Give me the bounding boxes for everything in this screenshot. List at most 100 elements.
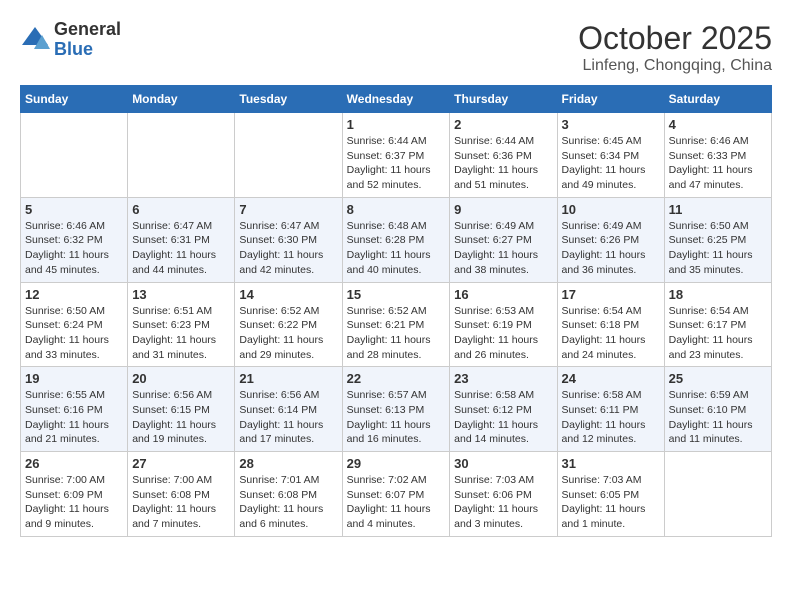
day-info: Sunrise: 6:58 AM Sunset: 6:11 PM Dayligh… — [562, 388, 660, 447]
day-info: Sunrise: 6:47 AM Sunset: 6:30 PM Dayligh… — [239, 219, 337, 278]
day-number: 14 — [239, 287, 337, 302]
calendar-week-row: 12 Sunrise: 6:50 AM Sunset: 6:24 PM Dayli… — [21, 282, 772, 367]
page-header: General Blue October 2025 Linfeng, Chong… — [20, 20, 772, 75]
calendar-cell: 10Sunrise: 6:49 AM Sunset: 6:26 PM Dayli… — [557, 197, 664, 282]
day-number: 25 — [669, 371, 767, 386]
day-info: Sunrise: 6:46 AM Sunset: 6:33 PM Dayligh… — [669, 134, 767, 193]
weekday-header: Monday — [128, 86, 235, 113]
calendar-table: SundayMondayTuesdayWednesdayThursdayFrid… — [20, 85, 772, 537]
day-info: Sunrise: 6:44 AM Sunset: 6:37 PM Dayligh… — [347, 134, 446, 193]
calendar-cell: 21 Sunrise: 6:56 AM Sunset: 6:14 PM Dayli… — [235, 367, 342, 452]
logo-icon — [20, 25, 50, 55]
calendar-cell: 31 Sunrise: 7:03 AM Sunset: 6:05 PM Dayli… — [557, 452, 664, 537]
day-info: Sunrise: 7:00 AM Sunset: 6:09 PM Dayligh… — [25, 473, 123, 532]
calendar-cell: 6Sunrise: 6:47 AM Sunset: 6:31 PM Daylig… — [128, 197, 235, 282]
day-info: Sunrise: 7:01 AM Sunset: 6:08 PM Dayligh… — [239, 473, 337, 532]
calendar-cell: 20 Sunrise: 6:56 AM Sunset: 6:15 PM Dayli… — [128, 367, 235, 452]
day-info: Sunrise: 6:55 AM Sunset: 6:16 PM Dayligh… — [25, 388, 123, 447]
calendar-week-row: 26Sunrise: 7:00 AM Sunset: 6:09 PM Dayli… — [21, 452, 772, 537]
month-title: October 2025 — [578, 20, 772, 57]
day-info: Sunrise: 6:52 AM Sunset: 6:22 PM Dayligh… — [239, 304, 337, 363]
calendar-cell: 13 Sunrise: 6:51 AM Sunset: 6:23 PM Dayli… — [128, 282, 235, 367]
weekday-header: Sunday — [21, 86, 128, 113]
calendar-cell: 25 Sunrise: 6:59 AM Sunset: 6:10 PM Dayli… — [664, 367, 771, 452]
calendar-cell: 11 Sunrise: 6:50 AM Sunset: 6:25 PM Dayli… — [664, 197, 771, 282]
calendar-cell — [128, 113, 235, 198]
day-number: 28 — [239, 456, 337, 471]
calendar-cell — [235, 113, 342, 198]
weekday-header: Tuesday — [235, 86, 342, 113]
calendar-cell: 2 Sunrise: 6:44 AM Sunset: 6:36 PM Daylig… — [450, 113, 557, 198]
calendar-cell: 30 Sunrise: 7:03 AM Sunset: 6:06 PM Dayli… — [450, 452, 557, 537]
day-number: 6 — [132, 202, 230, 217]
day-number: 30 — [454, 456, 552, 471]
calendar-cell — [664, 452, 771, 537]
calendar-cell — [21, 113, 128, 198]
weekday-header: Friday — [557, 86, 664, 113]
calendar-cell: 22Sunrise: 6:57 AM Sunset: 6:13 PM Dayli… — [342, 367, 450, 452]
location-text: Linfeng, Chongqing, China — [578, 57, 772, 75]
weekday-header: Thursday — [450, 86, 557, 113]
calendar-cell: 28 Sunrise: 7:01 AM Sunset: 6:08 PM Dayli… — [235, 452, 342, 537]
calendar-cell: 12 Sunrise: 6:50 AM Sunset: 6:24 PM Dayli… — [21, 282, 128, 367]
day-number: 20 — [132, 371, 230, 386]
day-info: Sunrise: 6:58 AM Sunset: 6:12 PM Dayligh… — [454, 388, 552, 447]
calendar-cell: 14 Sunrise: 6:52 AM Sunset: 6:22 PM Dayli… — [235, 282, 342, 367]
day-number: 29 — [347, 456, 446, 471]
day-info: Sunrise: 6:52 AM Sunset: 6:21 PM Dayligh… — [347, 304, 446, 363]
calendar-cell: 29 Sunrise: 7:02 AM Sunset: 6:07 PM Dayli… — [342, 452, 450, 537]
calendar-cell: 9Sunrise: 6:49 AM Sunset: 6:27 PM Daylig… — [450, 197, 557, 282]
day-number: 4 — [669, 117, 767, 132]
day-info: Sunrise: 7:03 AM Sunset: 6:05 PM Dayligh… — [562, 473, 660, 532]
weekday-header: Wednesday — [342, 86, 450, 113]
calendar-cell: 7Sunrise: 6:47 AM Sunset: 6:30 PM Daylig… — [235, 197, 342, 282]
day-info: Sunrise: 6:53 AM Sunset: 6:19 PM Dayligh… — [454, 304, 552, 363]
day-number: 31 — [562, 456, 660, 471]
day-number: 17 — [562, 287, 660, 302]
day-info: Sunrise: 6:50 AM Sunset: 6:24 PM Dayligh… — [25, 304, 123, 363]
day-info: Sunrise: 6:51 AM Sunset: 6:23 PM Dayligh… — [132, 304, 230, 363]
logo: General Blue — [20, 20, 121, 60]
day-number: 10 — [562, 202, 660, 217]
calendar-cell: 24 Sunrise: 6:58 AM Sunset: 6:11 PM Dayli… — [557, 367, 664, 452]
day-number: 13 — [132, 287, 230, 302]
calendar-cell: 5Sunrise: 6:46 AM Sunset: 6:32 PM Daylig… — [21, 197, 128, 282]
day-number: 9 — [454, 202, 552, 217]
title-section: October 2025 Linfeng, Chongqing, China — [578, 20, 772, 75]
day-number: 19 — [25, 371, 123, 386]
calendar-cell: 8Sunrise: 6:48 AM Sunset: 6:28 PM Daylig… — [342, 197, 450, 282]
day-number: 12 — [25, 287, 123, 302]
logo-blue-text: Blue — [54, 40, 121, 60]
day-info: Sunrise: 6:54 AM Sunset: 6:17 PM Dayligh… — [669, 304, 767, 363]
weekday-header: Saturday — [664, 86, 771, 113]
day-number: 15 — [347, 287, 446, 302]
day-number: 16 — [454, 287, 552, 302]
calendar-cell: 23 Sunrise: 6:58 AM Sunset: 6:12 PM Dayli… — [450, 367, 557, 452]
day-info: Sunrise: 6:50 AM Sunset: 6:25 PM Dayligh… — [669, 219, 767, 278]
calendar-cell: 27Sunrise: 7:00 AM Sunset: 6:08 PM Dayli… — [128, 452, 235, 537]
calendar-week-row: 1Sunrise: 6:44 AM Sunset: 6:37 PM Daylig… — [21, 113, 772, 198]
calendar-cell: 15 Sunrise: 6:52 AM Sunset: 6:21 PM Dayli… — [342, 282, 450, 367]
day-info: Sunrise: 6:45 AM Sunset: 6:34 PM Dayligh… — [562, 134, 660, 193]
day-number: 2 — [454, 117, 552, 132]
day-info: Sunrise: 7:00 AM Sunset: 6:08 PM Dayligh… — [132, 473, 230, 532]
calendar-week-row: 5Sunrise: 6:46 AM Sunset: 6:32 PM Daylig… — [21, 197, 772, 282]
day-info: Sunrise: 7:03 AM Sunset: 6:06 PM Dayligh… — [454, 473, 552, 532]
calendar-cell: 18 Sunrise: 6:54 AM Sunset: 6:17 PM Dayli… — [664, 282, 771, 367]
day-info: Sunrise: 6:56 AM Sunset: 6:14 PM Dayligh… — [239, 388, 337, 447]
day-number: 23 — [454, 371, 552, 386]
day-info: Sunrise: 6:56 AM Sunset: 6:15 PM Dayligh… — [132, 388, 230, 447]
day-number: 24 — [562, 371, 660, 386]
day-info: Sunrise: 6:48 AM Sunset: 6:28 PM Dayligh… — [347, 219, 446, 278]
day-info: Sunrise: 7:02 AM Sunset: 6:07 PM Dayligh… — [347, 473, 446, 532]
day-number: 3 — [562, 117, 660, 132]
day-info: Sunrise: 6:44 AM Sunset: 6:36 PM Dayligh… — [454, 134, 552, 193]
day-number: 5 — [25, 202, 123, 217]
logo-text: General Blue — [54, 20, 121, 60]
day-info: Sunrise: 6:59 AM Sunset: 6:10 PM Dayligh… — [669, 388, 767, 447]
calendar-cell: 16 Sunrise: 6:53 AM Sunset: 6:19 PM Dayli… — [450, 282, 557, 367]
day-number: 11 — [669, 202, 767, 217]
day-number: 22 — [347, 371, 446, 386]
day-number: 21 — [239, 371, 337, 386]
day-number: 18 — [669, 287, 767, 302]
